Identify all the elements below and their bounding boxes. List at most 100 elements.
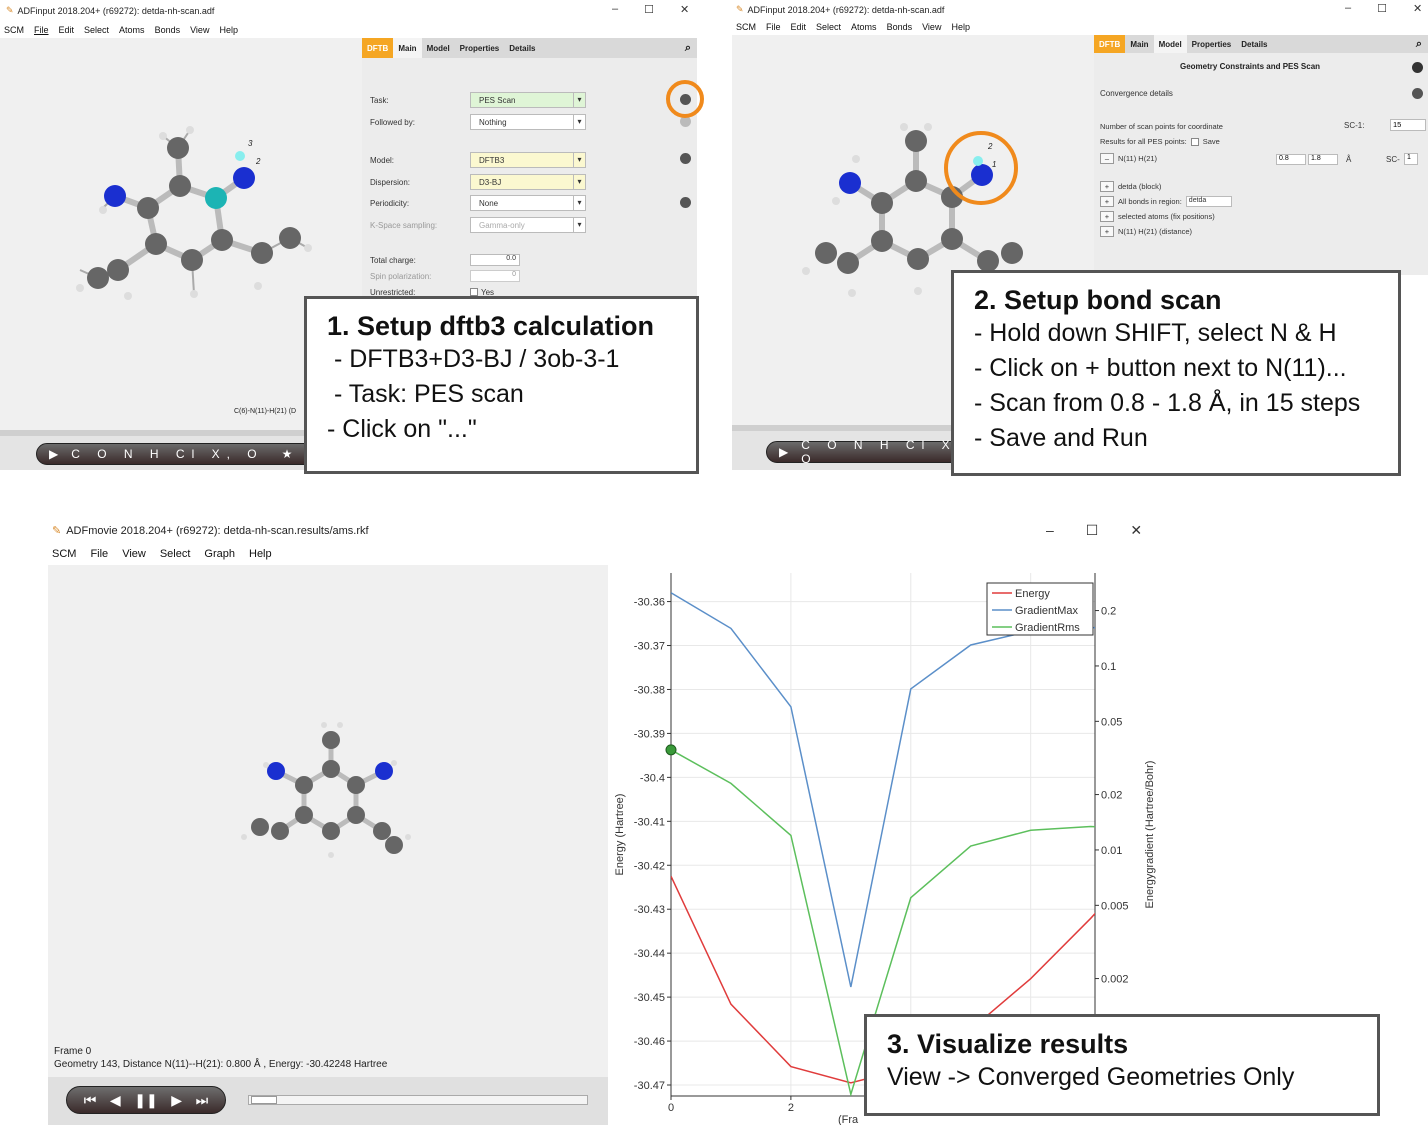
menu-help[interactable]: Help — [219, 25, 238, 35]
menu-edit[interactable]: Edit — [59, 25, 75, 35]
tab-model[interactable]: Model — [422, 38, 455, 58]
menu-scm[interactable]: SCM — [52, 548, 76, 560]
close-icon[interactable]: ✕ — [1413, 2, 1422, 15]
star-icon[interactable]: ★ — [282, 447, 300, 461]
convergence-label[interactable]: Convergence details — [1100, 89, 1173, 98]
atom-toolbar[interactable]: ▶ C O N H Cl X, O ★ — [36, 443, 326, 465]
pause-icon[interactable]: ❚❚ — [134, 1092, 157, 1109]
dispersion-select[interactable]: D3-BJ — [470, 174, 586, 190]
maximize-icon[interactable]: ☐ — [1377, 2, 1387, 15]
callout-line: - DFTB3+D3-BJ / 3ob-3-1 — [327, 345, 620, 373]
legend-label: Energy — [1015, 588, 1050, 600]
field-label: K-Space sampling: — [370, 220, 438, 230]
series-line-energy — [671, 875, 1095, 1084]
unrestricted-checkbox[interactable] — [470, 288, 478, 296]
tab-main[interactable]: Main — [1125, 35, 1153, 53]
scan-from-input[interactable]: 0.8 — [1276, 154, 1306, 165]
tab-properties[interactable]: Properties — [1187, 35, 1237, 53]
search-icon[interactable]: ⌕ — [1416, 38, 1422, 51]
menu-scm[interactable]: SCM — [4, 25, 24, 35]
menu-atoms[interactable]: Atoms — [851, 22, 877, 32]
toolbar-arrow-icon[interactable]: ▶ — [49, 447, 65, 461]
menu-select[interactable]: Select — [816, 22, 841, 32]
unit-label: Å — [1346, 155, 1352, 164]
total-charge-input[interactable]: 0.0 — [470, 254, 520, 266]
menu-file[interactable]: File — [34, 25, 49, 35]
more-options-icon[interactable] — [680, 197, 691, 208]
info-icon[interactable] — [1412, 62, 1423, 73]
sc-select[interactable]: 1 — [1404, 153, 1418, 165]
tab-model[interactable]: Model — [1153, 35, 1187, 53]
menu-view[interactable]: View — [122, 548, 146, 560]
save-checkbox[interactable] — [1190, 137, 1199, 146]
window-controls: – ☐ ✕ — [612, 3, 689, 16]
close-icon[interactable]: ✕ — [680, 3, 689, 16]
toolbar-arrow-icon[interactable]: ▶ — [779, 445, 795, 459]
toolbar-atoms[interactable]: C O N H Cl X, O — [71, 447, 263, 461]
molecule-drawing — [241, 722, 411, 858]
callout-step-1: 1. Setup dftb3 calculation - DFTB3+D3-BJ… — [304, 296, 699, 474]
add-button[interactable]: + — [1100, 196, 1114, 207]
menu-edit[interactable]: Edit — [791, 22, 807, 32]
tab-main[interactable]: Main — [393, 38, 422, 58]
menu-view[interactable]: View — [190, 25, 209, 35]
search-icon[interactable]: ⌕ — [685, 42, 691, 55]
menu-select[interactable]: Select — [84, 25, 109, 35]
frame-slider[interactable] — [248, 1095, 588, 1105]
more-options-icon[interactable] — [1412, 88, 1423, 99]
remove-button[interactable]: – — [1100, 153, 1114, 164]
close-icon[interactable]: ✕ — [1130, 522, 1142, 539]
add-button[interactable]: + — [1100, 211, 1114, 222]
molecule-viewer[interactable]: Frame 0 Geometry 143, Distance N(11)--H(… — [48, 565, 608, 1077]
periodicity-select[interactable]: None — [470, 195, 586, 211]
tab-dftb[interactable]: DFTB — [362, 38, 394, 58]
menu-view[interactable]: View — [922, 22, 941, 32]
scan-to-input[interactable]: 1.8 — [1308, 154, 1338, 165]
slider-handle[interactable] — [251, 1096, 277, 1104]
spin-input[interactable]: 0 — [470, 270, 520, 282]
scan-points-input[interactable]: 15 — [1390, 119, 1426, 131]
title-bar: ✎ ADFinput 2018.204+ (r69272): detda-nh-… — [736, 4, 944, 15]
tab-dftb[interactable]: DFTB — [1094, 35, 1126, 53]
tab-bar: DFTB Main Model Properties Details ⌕ — [1094, 35, 1428, 53]
followed-by-select[interactable]: Nothing — [470, 114, 586, 130]
kspace-select: Gamma-only — [470, 217, 586, 233]
menu-select[interactable]: Select — [160, 548, 191, 560]
maximize-icon[interactable]: ☐ — [1086, 522, 1099, 539]
add-button[interactable]: + — [1100, 181, 1114, 192]
menu-help[interactable]: Help — [951, 22, 970, 32]
y2-tick-label: 0.01 — [1101, 845, 1122, 857]
menu-atoms[interactable]: Atoms — [119, 25, 145, 35]
model-select[interactable]: DFTB3 — [470, 152, 586, 168]
first-frame-icon[interactable]: ⏮ — [84, 1092, 97, 1109]
more-options-icon[interactable] — [680, 153, 691, 164]
menu-bar: SCM File View Select Graph Help — [52, 548, 272, 560]
region-input[interactable]: detda — [1185, 196, 1232, 207]
y-tick-label: -30.45 — [634, 992, 665, 1004]
title-bar: ✎ ADFinput 2018.204+ (r69272): detda-nh-… — [6, 5, 214, 16]
highlight-circle — [944, 131, 1018, 205]
menu-file[interactable]: File — [766, 22, 781, 32]
last-frame-icon[interactable]: ⏭ — [196, 1092, 209, 1109]
prev-frame-icon[interactable]: ◀ — [110, 1092, 121, 1109]
menu-bonds[interactable]: Bonds — [887, 22, 913, 32]
minimize-icon[interactable]: – — [612, 3, 618, 16]
tab-properties[interactable]: Properties — [455, 38, 505, 58]
task-select[interactable]: PES Scan — [470, 92, 586, 108]
tab-details[interactable]: Details — [504, 38, 540, 58]
menu-bonds[interactable]: Bonds — [155, 25, 181, 35]
tab-details[interactable]: Details — [1236, 35, 1272, 53]
playback-controls: ⏮ ◀ ❚❚ ▶ ⏭ — [66, 1086, 226, 1114]
menu-graph[interactable]: Graph — [204, 548, 235, 560]
next-frame-icon[interactable]: ▶ — [171, 1092, 182, 1109]
playback-bar: ⏮ ◀ ❚❚ ▶ ⏭ — [48, 1077, 608, 1125]
maximize-icon[interactable]: ☐ — [644, 3, 654, 16]
add-button[interactable]: + — [1100, 226, 1114, 237]
menu-file[interactable]: File — [90, 548, 108, 560]
minimize-icon[interactable]: – — [1046, 522, 1054, 539]
app-icon: ✎ — [6, 5, 14, 15]
menu-scm[interactable]: SCM — [736, 22, 756, 32]
callout-line: - Click on + button next to N(11)... — [974, 354, 1347, 382]
minimize-icon[interactable]: – — [1345, 2, 1351, 15]
menu-help[interactable]: Help — [249, 548, 272, 560]
